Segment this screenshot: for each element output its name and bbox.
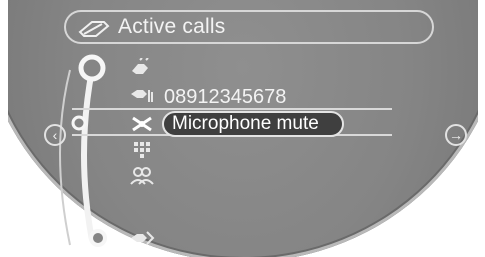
- phone-signal-icon[interactable]: [129, 86, 155, 106]
- keypad-icon[interactable]: [129, 140, 155, 160]
- call-number[interactable]: 08912345678: [164, 86, 286, 109]
- phone-transfer-icon[interactable]: [129, 228, 155, 248]
- selected-item-pill[interactable]: Microphone mute: [162, 111, 344, 137]
- display-frame: Active calls 08912345678 Microphone mute: [8, 0, 478, 257]
- arrow-right-icon: →: [449, 127, 463, 143]
- selection-line-top: [72, 108, 392, 110]
- selected-item-label: Microphone mute: [172, 113, 319, 134]
- nav-left-button[interactable]: ‹: [44, 124, 66, 146]
- people-icon[interactable]: [129, 166, 155, 186]
- nav-right-button[interactable]: →: [445, 124, 467, 146]
- microphone-mute-icon[interactable]: [129, 114, 155, 134]
- chevron-left-icon: ‹: [52, 127, 58, 143]
- hang-up-phone-icon[interactable]: [128, 58, 154, 78]
